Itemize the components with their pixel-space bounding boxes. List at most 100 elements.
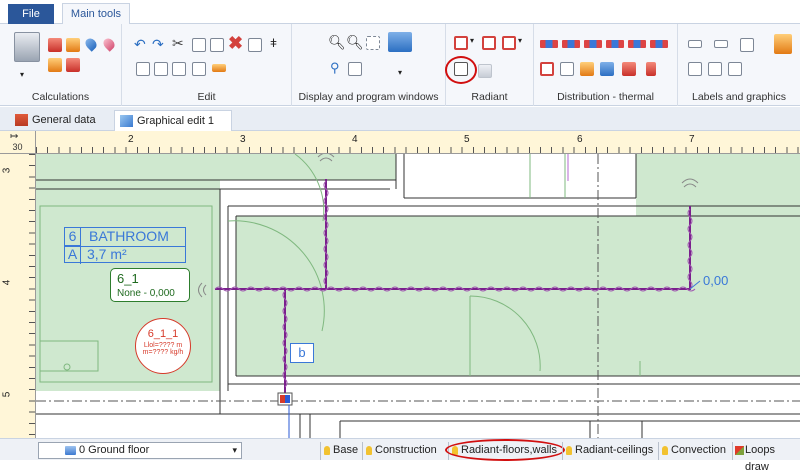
materials-icon[interactable] [48, 58, 62, 72]
layer-tab-loops-draw[interactable]: Loops draw [732, 442, 800, 473]
select-icon[interactable] [136, 62, 150, 76]
heat-icon[interactable] [66, 38, 80, 52]
tee-icon[interactable] [646, 62, 656, 76]
zoom-window-icon[interactable] [366, 36, 380, 50]
components-icon[interactable] [66, 58, 80, 72]
status-bar: 0 Ground floor ▾ Base Construction Radia… [0, 438, 800, 473]
group-label-radiant: Radiant [471, 91, 508, 103]
label-left-icon[interactable] [688, 40, 702, 48]
bulb-icon [366, 446, 372, 455]
group-label-labels: Labels and graphics [692, 91, 786, 103]
windows-icon[interactable] [388, 32, 412, 52]
area-label: A [65, 246, 81, 264]
loop-edit-icon[interactable] [478, 64, 492, 78]
group-label-edit: Edit [197, 91, 216, 103]
cut-icon[interactable]: ✂ [172, 35, 184, 52]
pipe-icon[interactable] [540, 40, 558, 48]
boiler-icon[interactable] [580, 62, 594, 76]
align-icon[interactable] [172, 62, 186, 76]
text-lines-icon[interactable] [740, 38, 754, 52]
fitting-icon[interactable] [622, 62, 636, 76]
delete-icon[interactable]: ✖ [228, 33, 243, 54]
layer-tab-radiant-ceilings[interactable]: Radiant-ceilings [562, 442, 657, 460]
radiant-ceiling-icon[interactable] [502, 36, 516, 50]
label-right-icon[interactable] [714, 40, 728, 48]
floor-select[interactable]: 0 Ground floor ▾ [38, 442, 242, 459]
paste-icon[interactable] [210, 38, 224, 52]
display-dropdown-icon[interactable]: ▾ [398, 68, 402, 77]
ribbon: ▾ Calculations ↶ ↷ ✂ ✖ ǂ Edit 🔍︎ 🔍︎ ⚲ ▾ … [0, 24, 800, 106]
label-grid-icon[interactable] [688, 62, 702, 76]
label-doc-icon[interactable] [728, 62, 742, 76]
pipe-end-icon[interactable] [650, 40, 668, 48]
undo-icon[interactable]: ↶ [134, 36, 146, 53]
split-icon[interactable] [248, 38, 262, 52]
pipe-marker[interactable]: b [290, 343, 314, 363]
pipe-connect-icon[interactable] [628, 40, 646, 48]
graphics-icon[interactable] [774, 34, 792, 54]
manifold-icon[interactable] [540, 62, 554, 76]
room-label-box[interactable]: 6 BATHROOM A 3,7 m² [64, 227, 186, 264]
drawing-canvas[interactable]: 6 BATHROOM A 3,7 m² 6_1 None - 0,000 6_1… [0, 131, 800, 438]
pan-icon[interactable]: ⚲ [330, 60, 340, 76]
group-distribution: Distribution - thermal [534, 24, 678, 106]
ruler-tick-4: 4 [352, 134, 358, 145]
tab-file[interactable]: File [8, 4, 54, 24]
report-icon[interactable] [48, 38, 62, 52]
group-edit: ↶ ↷ ✂ ✖ ǂ Edit [122, 24, 292, 106]
calculator-icon[interactable] [14, 32, 40, 62]
device-id: 6_1_1 [147, 328, 179, 340]
redo-icon[interactable]: ↷ [152, 36, 164, 53]
group-calculations: ▾ Calculations [0, 24, 122, 106]
hot-water-drop-icon[interactable] [101, 36, 117, 52]
water-drop-icon[interactable] [83, 36, 99, 52]
copy-icon[interactable] [192, 38, 206, 52]
circuit-info: None - 0,000 [117, 288, 175, 299]
dropdown-arrow-icon[interactable]: ▾ [20, 70, 24, 79]
ruler-corner[interactable]: ↦ 30 [0, 131, 36, 154]
ruler-tick-5: 5 [464, 134, 470, 145]
pump-icon[interactable] [600, 62, 614, 76]
group-label-display: Display and program windows [298, 91, 439, 103]
measure-icon[interactable] [212, 64, 226, 72]
pipe-segment-icon[interactable] [606, 40, 624, 48]
tab-general-data[interactable]: General data [10, 110, 106, 131]
tab-main-tools[interactable]: Main tools [62, 3, 130, 25]
grid-icon[interactable] [192, 62, 206, 76]
dimension-value: 0,00 [703, 273, 729, 288]
right-room-area [636, 154, 800, 198]
highlight-circle [445, 56, 477, 84]
zoom-out-icon[interactable]: 🔍︎ [346, 34, 364, 51]
pin-icon[interactable]: ǂ [270, 36, 277, 50]
pipe-supply-icon[interactable] [562, 40, 580, 48]
bulb-icon [566, 446, 572, 455]
layer-tab-construction[interactable]: Construction [362, 442, 441, 460]
menu-bar: File Main tools [0, 0, 800, 25]
ruler-tick-2: 2 [128, 134, 134, 145]
layer-tab-base[interactable]: Base [320, 442, 362, 460]
layer-tab-loops-draw-label: Loops draw [745, 444, 775, 473]
zoom-in-icon[interactable]: 🔍︎ [328, 34, 346, 51]
group-radiant: ▾ ▾ Radiant [445, 24, 534, 106]
fit-icon[interactable] [348, 62, 362, 76]
ruler-tick-7: 7 [689, 134, 695, 145]
device-circle[interactable]: 6_1_1 Llol=???? m m=???? kg/h [135, 318, 191, 374]
group-icon[interactable] [154, 62, 168, 76]
label-table-icon[interactable] [708, 62, 722, 76]
ruler-tick-left-5: 5 [1, 391, 13, 398]
radiant-floor-dropdown-icon[interactable]: ▾ [470, 36, 474, 45]
circuit-label[interactable]: 6_1 None - 0,000 [110, 268, 190, 302]
radiant-floor-icon[interactable] [454, 36, 468, 50]
pipe-return-icon[interactable] [584, 40, 602, 48]
valve-icon[interactable] [560, 62, 574, 76]
tab-graphical-edit[interactable]: Graphical edit 1 ✕ [114, 110, 232, 148]
layer-tab-convection-label: Convection [671, 444, 727, 456]
radiant-ceiling-dropdown-icon[interactable]: ▾ [518, 36, 522, 45]
device-line2: m=???? kg/h [142, 349, 184, 356]
floor-select-value: 0 Ground floor [79, 444, 150, 456]
tab-graphical-edit-label: Graphical edit 1 [137, 115, 215, 127]
manifold-blue [285, 395, 290, 403]
layer-tab-convection[interactable]: Convection [658, 442, 730, 460]
radiant-wall-icon[interactable] [482, 36, 496, 50]
ruler-tick-6: 6 [577, 134, 583, 145]
